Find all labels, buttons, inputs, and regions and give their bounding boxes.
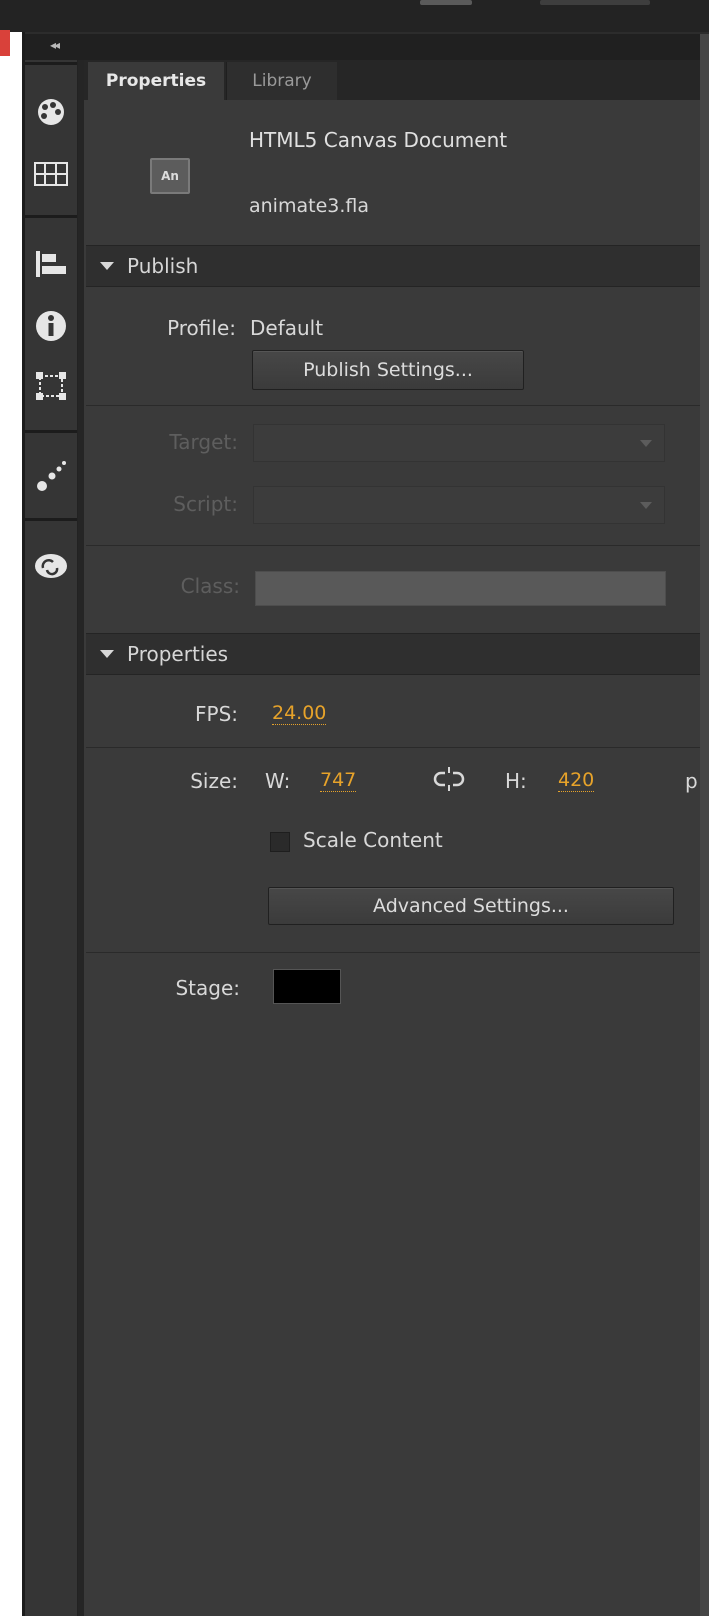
publish-section-label: Publish [127,254,199,278]
panel-scroll-edge [700,34,709,1616]
chevron-down-icon [640,502,652,509]
application-top-bar [0,0,709,32]
width-label: W: [265,769,291,793]
width-value[interactable]: 747 [320,769,357,792]
top-bar-tab[interactable] [420,0,472,5]
scale-content-label: Scale Content [303,828,443,852]
size-unit-label: p [685,769,698,793]
advanced-settings-button[interactable]: Advanced Settings... [268,887,674,925]
divider [86,405,700,406]
stage-color-swatch[interactable] [273,969,341,1004]
tab-library[interactable]: Library [226,62,337,100]
fps-label: FPS: [195,702,238,726]
target-dropdown [253,424,665,462]
properties-section-label: Properties [127,642,229,666]
stage-label: Stage: [175,976,240,1000]
document-type-icon: An [150,158,190,194]
align-icon[interactable] [33,246,69,282]
tab-properties[interactable]: Properties [88,62,224,100]
publish-section-header[interactable]: Publish [86,245,700,287]
color-wheel-icon[interactable] [33,94,69,130]
strip-separator [25,518,77,521]
transform-icon[interactable] [33,368,69,404]
disclosure-triangle-icon [100,262,114,270]
target-label: Target: [169,430,238,454]
panel-dock-header [25,34,709,60]
divider [86,747,700,748]
size-label: Size: [190,769,238,793]
publish-settings-button[interactable]: Publish Settings... [252,350,524,390]
stage-canvas-edge [0,32,22,1616]
link-dimensions-icon[interactable] [433,767,465,796]
divider [86,545,700,546]
info-icon[interactable] [33,308,69,344]
swatches-grid-icon[interactable] [33,156,69,192]
fps-value[interactable]: 24.00 [272,702,327,725]
class-input [255,571,666,606]
profile-label: Profile: [167,316,236,340]
class-label: Class: [180,574,240,598]
profile-value: Default [250,316,324,340]
strip-separator [25,430,77,433]
strip-separator [25,62,77,65]
document-type-label: HTML5 Canvas Document [249,128,508,152]
collapse-panels-icon[interactable]: ◂◂ [50,38,60,52]
strip-separator [25,215,77,218]
chevron-down-icon [640,440,652,447]
motion-presets-icon[interactable] [33,458,69,494]
divider [86,952,700,953]
cc-libraries-icon[interactable] [33,548,69,584]
properties-section-header[interactable]: Properties [86,633,700,675]
height-label: H: [505,769,527,793]
top-bar-item[interactable] [540,0,650,5]
panel-icon-strip [25,60,78,1616]
scale-content-checkbox[interactable] [270,832,290,852]
document-filename: animate3.fla [249,195,369,217]
script-label: Script: [173,492,238,516]
red-indicator [0,30,10,56]
script-dropdown [253,486,665,524]
disclosure-triangle-icon [100,650,114,658]
height-value[interactable]: 420 [558,769,595,792]
